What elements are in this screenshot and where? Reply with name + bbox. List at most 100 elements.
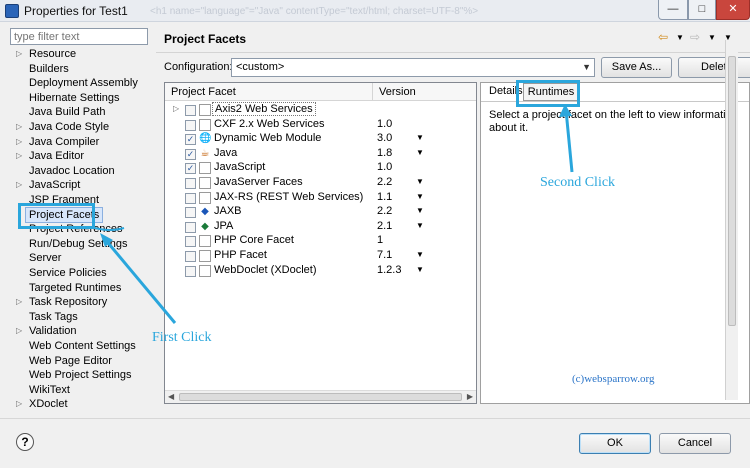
version-dropdown-icon[interactable]: ▼ bbox=[416, 177, 424, 186]
facet-row[interactable]: WebDoclet (XDoclet) 1.2.3 ▼ bbox=[165, 264, 476, 279]
facet-row[interactable]: JAX-RS (REST Web Services) 1.1 ▼ bbox=[165, 191, 476, 206]
help-icon[interactable]: ? bbox=[16, 433, 34, 451]
facet-row[interactable]: JavaServer Faces 2.2 ▼ bbox=[165, 176, 476, 191]
sidebar-item[interactable]: ▷ JavaScript bbox=[10, 179, 150, 194]
version-dropdown-icon[interactable]: ▼ bbox=[416, 221, 424, 230]
facet-row[interactable]: ✓ ☕ Java 1.8 ▼ bbox=[165, 147, 476, 162]
facet-checkbox[interactable] bbox=[185, 265, 196, 277]
horizontal-scrollbar[interactable]: ◀ ▶ bbox=[165, 390, 476, 403]
version-dropdown-icon[interactable]: ▼ bbox=[416, 192, 424, 201]
sidebar-item[interactable]: Service Policies bbox=[10, 267, 150, 282]
expand-arrow-icon[interactable]: ▷ bbox=[173, 104, 179, 113]
facet-checkbox[interactable] bbox=[185, 236, 196, 248]
delete-button[interactable]: Delete bbox=[678, 57, 750, 78]
sidebar-item[interactable]: Run/Debug Settings bbox=[10, 238, 150, 253]
expand-arrow-icon[interactable]: ▷ bbox=[16, 137, 22, 146]
facet-checkbox[interactable] bbox=[185, 251, 196, 262]
facet-checkbox[interactable]: ✓ bbox=[185, 163, 196, 175]
sidebar-item-label: Task Repository bbox=[29, 296, 108, 309]
expand-arrow-icon[interactable]: ▷ bbox=[16, 326, 22, 335]
maximize-button[interactable]: □ bbox=[688, 0, 716, 20]
doc-icon bbox=[199, 118, 211, 131]
sidebar-item[interactable]: WikiText bbox=[10, 384, 150, 399]
sidebar-item[interactable]: Web Project Settings bbox=[10, 369, 150, 384]
version-dropdown-icon[interactable]: ▼ bbox=[416, 148, 424, 157]
facet-row[interactable]: ✓ JavaScript 1.0 bbox=[165, 161, 476, 176]
facet-name: JPA bbox=[214, 219, 234, 232]
forward-menu-chevron-icon[interactable]: ▼ bbox=[708, 33, 716, 42]
sidebar-item-label: XDoclet bbox=[29, 398, 68, 411]
sidebar-item-label: Web Project Settings bbox=[29, 369, 132, 382]
back-menu-chevron-icon[interactable]: ▼ bbox=[676, 33, 684, 42]
scroll-left-icon[interactable]: ◀ bbox=[168, 392, 174, 401]
sidebar-item[interactable]: Targeted Runtimes bbox=[10, 282, 150, 297]
sidebar-item-label: Targeted Runtimes bbox=[29, 281, 122, 294]
facet-checkbox[interactable] bbox=[185, 105, 196, 116]
scrollbar-thumb[interactable] bbox=[179, 393, 462, 401]
facet-version: 3.0 bbox=[377, 132, 393, 145]
java-icon: ☕ bbox=[200, 147, 210, 159]
version-dropdown-icon[interactable]: ▼ bbox=[416, 133, 424, 142]
expand-arrow-icon[interactable]: ▷ bbox=[16, 49, 22, 58]
scrollbar-thumb[interactable] bbox=[728, 56, 736, 326]
sidebar-item[interactable]: Task Tags bbox=[10, 311, 150, 326]
version-dropdown-icon[interactable]: ▼ bbox=[416, 265, 424, 274]
column-header-version[interactable]: Version bbox=[373, 83, 476, 101]
sidebar-item[interactable]: Hibernate Settings bbox=[10, 92, 150, 107]
expand-arrow-icon[interactable]: ▷ bbox=[16, 180, 22, 189]
sidebar-item[interactable]: ▷ Java Compiler bbox=[10, 136, 150, 151]
close-button[interactable]: ✕ bbox=[716, 0, 750, 20]
sidebar-item[interactable]: ▷ Java Code Style bbox=[10, 121, 150, 136]
facet-checkbox[interactable]: ✓ bbox=[185, 134, 196, 146]
expand-arrow-icon[interactable]: ▷ bbox=[16, 297, 22, 306]
facet-checkbox[interactable] bbox=[185, 119, 196, 131]
expand-arrow-icon[interactable]: ▷ bbox=[16, 151, 22, 160]
expand-arrow-icon[interactable]: ▷ bbox=[16, 122, 22, 131]
cancel-button[interactable]: Cancel bbox=[659, 433, 731, 454]
sidebar-item[interactable]: ▷ Task Repository bbox=[10, 296, 150, 311]
sidebar-item[interactable]: Server bbox=[10, 252, 150, 267]
forward-arrow-icon[interactable]: ⇨ bbox=[690, 30, 700, 44]
facet-name: Axis2 Web Services bbox=[212, 102, 316, 116]
facet-row[interactable]: PHP Facet 7.1 ▼ bbox=[165, 249, 476, 264]
sidebar-item[interactable]: ▷ XDoclet bbox=[10, 398, 150, 413]
configuration-select[interactable]: <custom> ▼ bbox=[231, 58, 595, 77]
sidebar-item[interactable]: Javadoc Location bbox=[10, 165, 150, 180]
scroll-right-icon[interactable]: ▶ bbox=[467, 392, 473, 401]
filter-input[interactable] bbox=[10, 28, 148, 45]
sidebar-item-label: Javadoc Location bbox=[29, 164, 115, 177]
sidebar-item[interactable]: Web Page Editor bbox=[10, 355, 150, 370]
facet-version: 2.2 bbox=[377, 205, 393, 218]
sidebar-item[interactable]: Deployment Assembly bbox=[10, 77, 150, 92]
column-header-facet[interactable]: Project Facet bbox=[165, 83, 373, 101]
facet-row[interactable]: ▷ Axis2 Web Services bbox=[165, 102, 476, 118]
facet-row[interactable]: ✓ 🌐 Dynamic Web Module 3.0 ▼ bbox=[165, 132, 476, 147]
facet-row[interactable]: ◆ JAXB 2.2 ▼ bbox=[165, 205, 476, 220]
minimize-button[interactable]: — bbox=[658, 0, 688, 20]
facet-row[interactable]: ◆ JPA 2.1 ▼ bbox=[165, 220, 476, 235]
sidebar-item[interactable]: ▷ Java Editor bbox=[10, 150, 150, 165]
facet-checkbox[interactable] bbox=[185, 178, 196, 189]
facet-name: JAXB bbox=[214, 205, 242, 218]
facet-row[interactable]: PHP Core Facet 1 bbox=[165, 234, 476, 249]
version-dropdown-icon[interactable]: ▼ bbox=[416, 250, 424, 259]
facet-row[interactable]: CXF 2.x Web Services 1.0 bbox=[165, 118, 476, 133]
facet-checkbox[interactable] bbox=[185, 192, 196, 204]
facet-version: 1.0 bbox=[377, 161, 393, 174]
details-panel: Details Runtimes Select a project facet … bbox=[480, 82, 750, 404]
sidebar-item[interactable]: Builders bbox=[10, 63, 150, 78]
first-click-highlight bbox=[18, 203, 95, 229]
sidebar-item[interactable]: Web Content Settings bbox=[10, 340, 150, 355]
back-arrow-icon[interactable]: ⇦ bbox=[658, 30, 668, 44]
sidebar-item[interactable]: Java Build Path bbox=[10, 106, 150, 121]
vertical-scrollbar[interactable] bbox=[725, 40, 738, 400]
sidebar-item[interactable]: ▷ Resource bbox=[10, 48, 150, 63]
expand-arrow-icon[interactable]: ▷ bbox=[16, 399, 22, 408]
facet-checkbox[interactable] bbox=[185, 221, 196, 233]
facet-checkbox[interactable] bbox=[185, 207, 196, 219]
ok-button[interactable]: OK bbox=[579, 433, 651, 454]
facet-checkbox[interactable]: ✓ bbox=[185, 148, 196, 160]
save-as-button[interactable]: Save As... bbox=[601, 57, 672, 78]
version-dropdown-icon[interactable]: ▼ bbox=[416, 206, 424, 215]
sidebar-item[interactable]: ▷ Validation bbox=[10, 325, 150, 340]
